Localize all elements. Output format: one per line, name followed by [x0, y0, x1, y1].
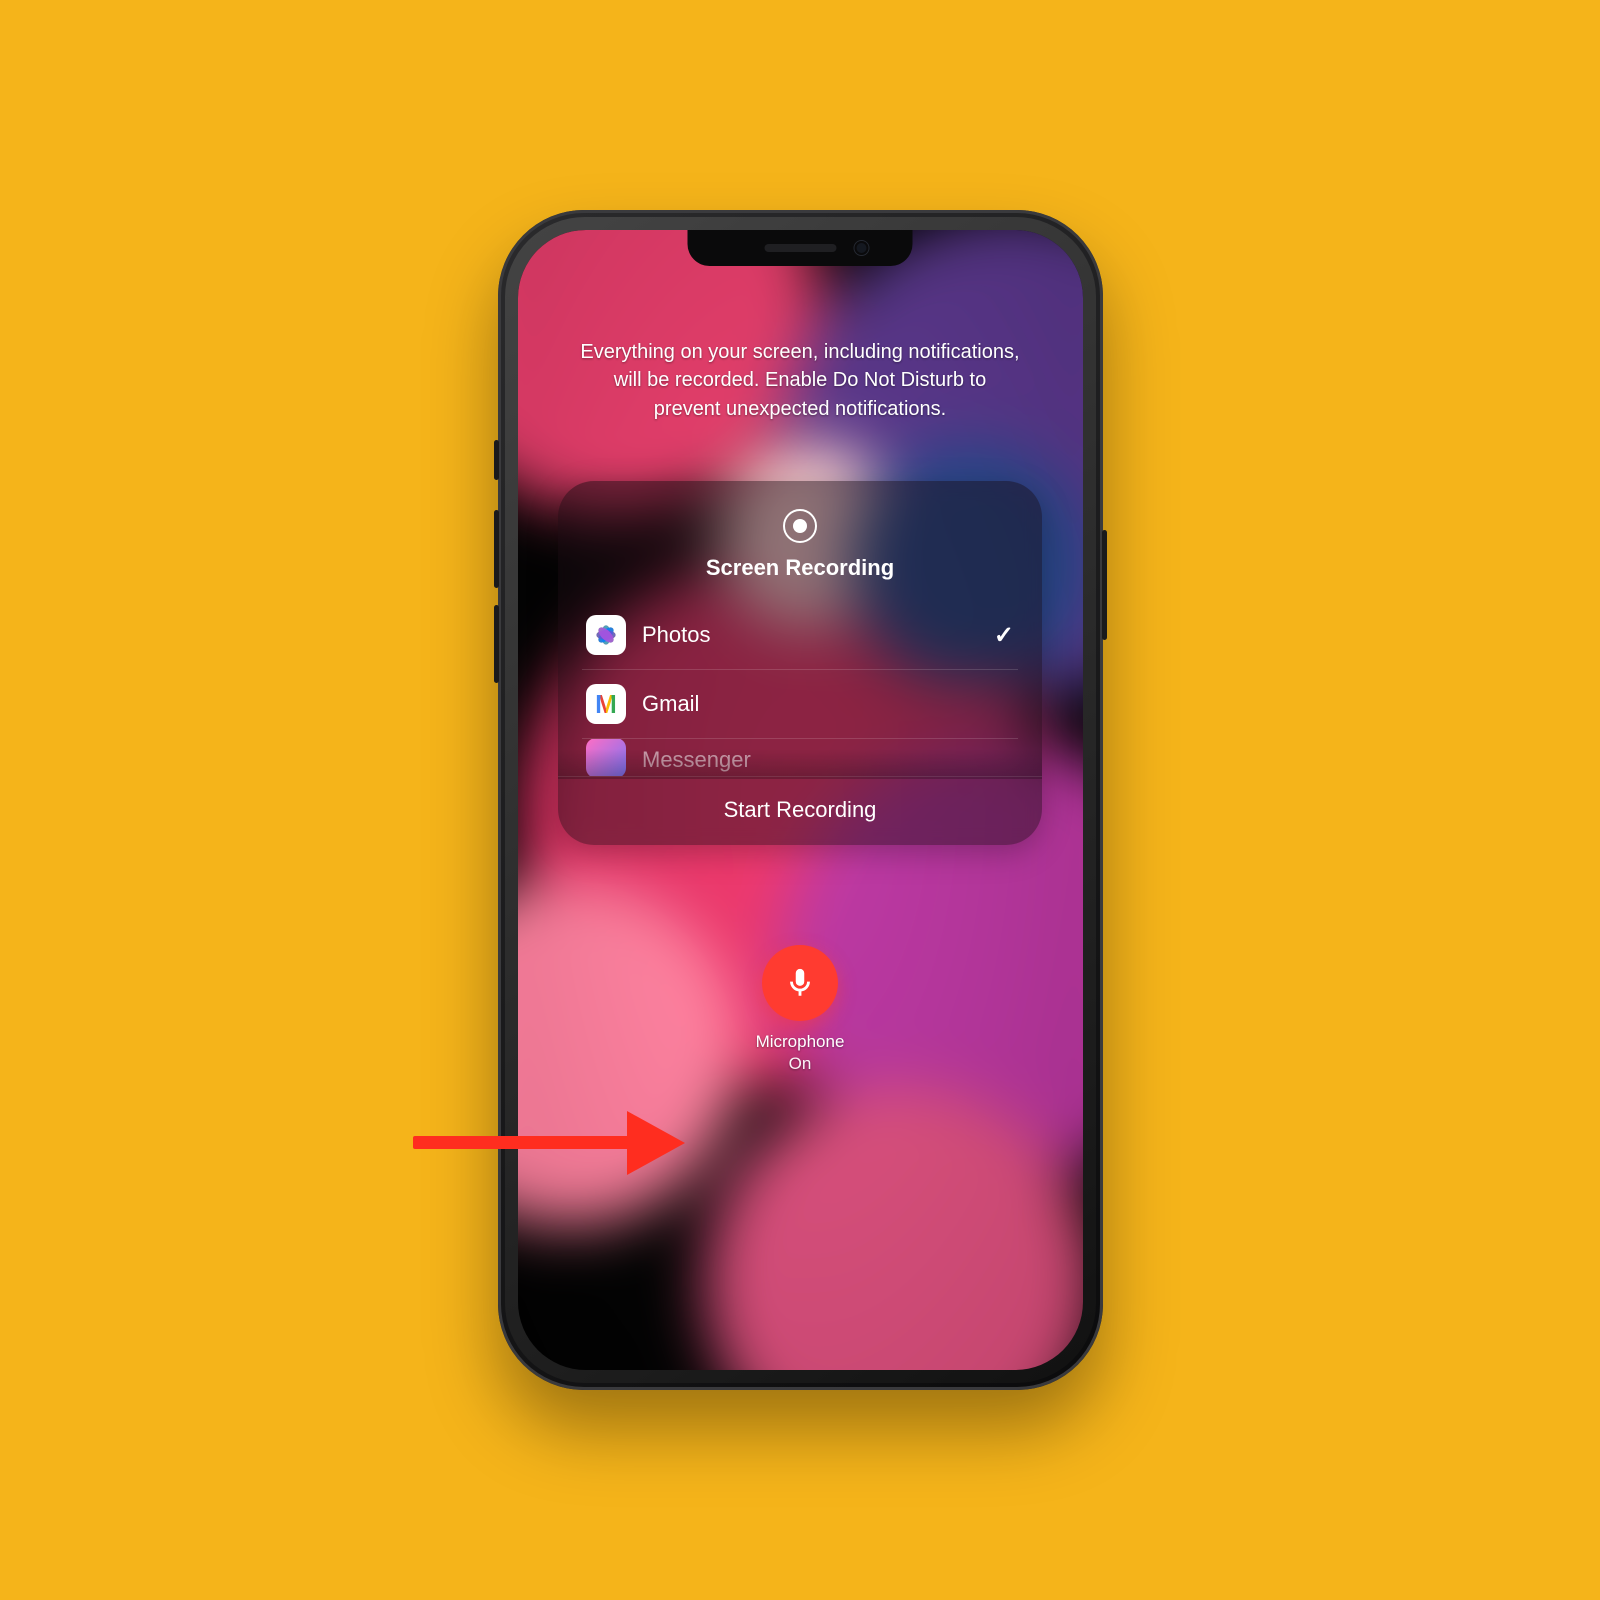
app-label: Photos [642, 622, 978, 648]
panel-title: Screen Recording [706, 555, 894, 581]
power-button [1102, 530, 1107, 640]
microphone-status: On [756, 1053, 845, 1075]
destination-app-list[interactable]: Photos ✓ M Gmail Messenger [558, 601, 1042, 776]
screen-recording-panel: Screen Recording [558, 481, 1042, 845]
earpiece-speaker [764, 244, 836, 252]
panel-header: Screen Recording [558, 481, 1042, 601]
microphone-label: Microphone [756, 1031, 845, 1053]
notch [688, 230, 913, 266]
front-camera [855, 241, 869, 255]
volume-up-button [494, 510, 499, 588]
app-row-messenger[interactable]: Messenger [582, 738, 1018, 776]
silent-switch [494, 440, 499, 480]
microphone-toggle-button[interactable] [762, 945, 838, 1021]
gmail-icon: M [586, 684, 626, 724]
phone-frame: Everything on your screen, including not… [498, 210, 1103, 1390]
microphone-icon [783, 966, 817, 1000]
messenger-icon [586, 738, 626, 776]
phone-screen: Everything on your screen, including not… [518, 230, 1083, 1370]
app-label: Gmail [642, 691, 1014, 717]
checkmark-icon: ✓ [994, 621, 1014, 650]
photos-icon [586, 615, 626, 655]
volume-down-button [494, 605, 499, 683]
app-label: Messenger [642, 747, 1014, 773]
app-row-gmail[interactable]: M Gmail [582, 669, 1018, 738]
record-icon [783, 509, 817, 543]
app-row-photos[interactable]: Photos ✓ [582, 601, 1018, 669]
start-recording-button[interactable]: Start Recording [558, 776, 1042, 845]
recording-warning-text: Everything on your screen, including not… [580, 338, 1020, 423]
